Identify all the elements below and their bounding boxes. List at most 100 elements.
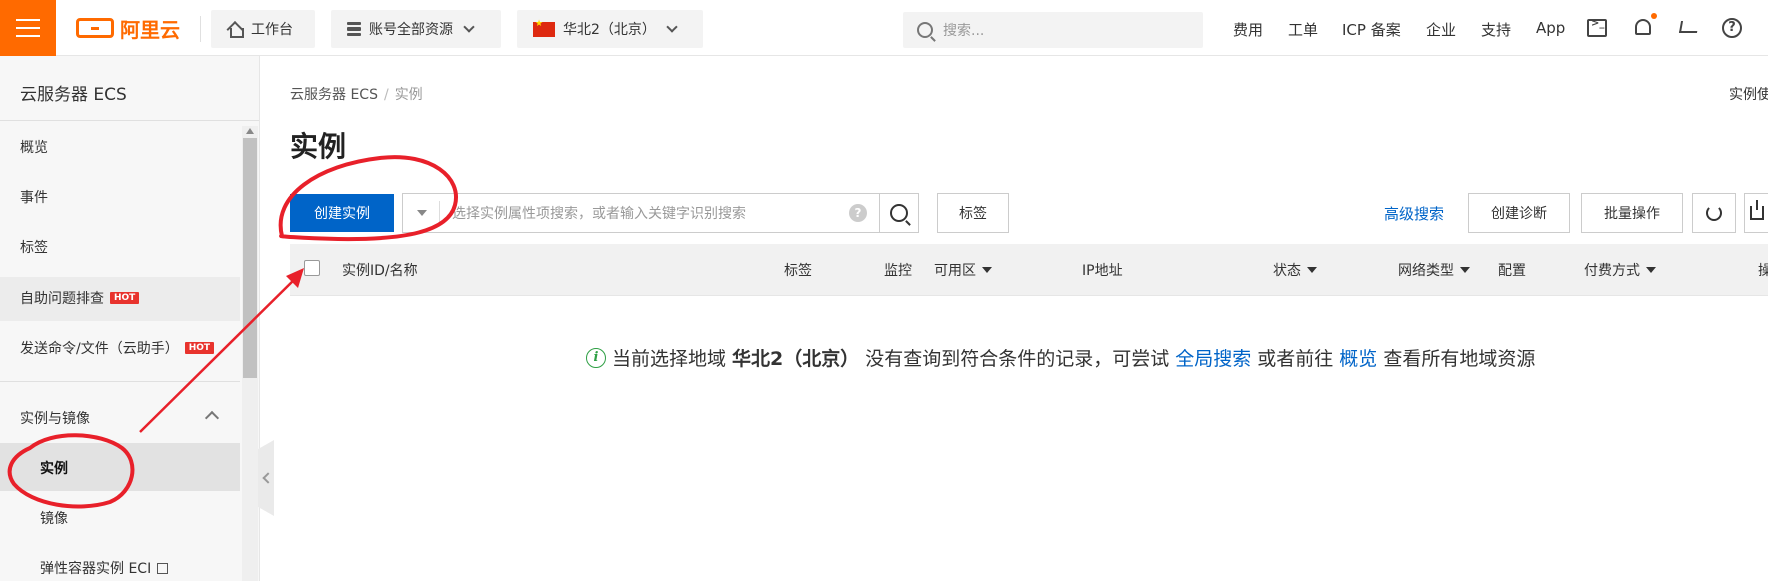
notification-dot bbox=[1651, 13, 1657, 19]
caret-down-icon bbox=[1307, 267, 1317, 273]
global-search-link[interactable]: 全局搜索 bbox=[1175, 344, 1251, 371]
sidebar-item-overview[interactable]: 概览 bbox=[20, 137, 48, 157]
scroll-thumb[interactable] bbox=[243, 138, 257, 378]
empty-region: 华北2（北京） bbox=[732, 348, 860, 370]
filter-placeholder: 选择实例属性项搜索，或者输入关键字识别搜索 bbox=[452, 206, 746, 222]
search-placeholder: 搜索... bbox=[943, 23, 985, 39]
column-tags: 标签 bbox=[784, 263, 812, 279]
cart-icon[interactable] bbox=[1678, 21, 1700, 33]
divider bbox=[200, 16, 201, 42]
logo-text: 阿里云 bbox=[120, 17, 180, 42]
workbench-label: 工作台 bbox=[251, 22, 293, 38]
caret-down-icon bbox=[1460, 267, 1470, 273]
advanced-search-link[interactable]: 高级搜索 bbox=[1384, 203, 1444, 224]
sidebar-group-instances-images[interactable]: 实例与镜像 bbox=[20, 408, 90, 428]
sidebar-item-tags[interactable]: 标签 bbox=[20, 237, 48, 257]
batch-operation-label: 批量操作 bbox=[1604, 206, 1660, 222]
chevron-down-icon bbox=[463, 21, 475, 33]
tag-filter-label: 标签 bbox=[959, 206, 987, 222]
sidebar-item-events[interactable]: 事件 bbox=[20, 187, 48, 207]
resource-group-selector[interactable]: 账号全部资源 bbox=[331, 10, 501, 48]
help-icon[interactable]: ? bbox=[1722, 18, 1742, 38]
breadcrumb-ecs[interactable]: 云服务器 ECS bbox=[290, 87, 378, 103]
aliyun-logo[interactable]: 阿里云 bbox=[76, 14, 180, 42]
menu-line-icon bbox=[16, 35, 40, 37]
sidebar-item-active-bg bbox=[0, 443, 240, 491]
column-config: 配置 bbox=[1498, 263, 1526, 279]
region-selector[interactable]: 华北2（北京） bbox=[517, 10, 703, 48]
create-diagnosis-button[interactable]: 创建诊断 bbox=[1468, 193, 1570, 233]
workbench-button[interactable]: 工作台 bbox=[211, 10, 315, 48]
info-icon: i bbox=[586, 347, 606, 368]
help-icon[interactable]: ? bbox=[849, 204, 867, 222]
column-instance-id: 实例ID/名称 bbox=[342, 263, 418, 279]
breadcrumb-current: 实例 bbox=[394, 87, 423, 103]
caret-down-icon[interactable] bbox=[417, 210, 427, 216]
breadcrumb: 云服务器 ECS / 实例 bbox=[290, 84, 423, 104]
hot-badge: HOT bbox=[184, 342, 215, 354]
sidebar-item-self-troubleshoot[interactable]: 自助问题排查 HOT bbox=[20, 288, 140, 308]
search-button[interactable] bbox=[879, 193, 919, 233]
top-navigation-bar: 阿里云 工作台 账号全部资源 华北2（北京） 搜索... 费用 工单 ICP 备… bbox=[0, 0, 1768, 56]
page-title: 实例 bbox=[290, 130, 347, 163]
home-icon bbox=[227, 22, 244, 38]
caret-down-icon bbox=[982, 267, 992, 273]
empty-state-message: i 当前选择地域 华北2（北京） 没有查询到符合条件的记录，可尝试 全局搜索 或者前往概… bbox=[586, 344, 1535, 371]
sidebar: 云服务器 ECS 概览 事件 标签 自助问题排查 HOT 发送命令/文件（云助手… bbox=[0, 56, 260, 581]
divider bbox=[0, 120, 259, 121]
sidebar-item-label: 弹性容器实例 ECI bbox=[40, 561, 152, 577]
nav-link-billing[interactable]: 费用 bbox=[1233, 19, 1263, 40]
sidebar-scrollbar[interactable] bbox=[242, 126, 258, 581]
column-billing[interactable]: 付费方式 bbox=[1584, 260, 1656, 280]
sidebar-item-instances[interactable]: 实例 bbox=[40, 458, 68, 478]
create-diagnosis-label: 创建诊断 bbox=[1491, 206, 1547, 222]
nav-link-enterprise[interactable]: 企业 bbox=[1426, 19, 1456, 40]
column-status[interactable]: 状态 bbox=[1273, 260, 1317, 280]
nav-link-support[interactable]: 支持 bbox=[1481, 19, 1511, 40]
nav-link-tickets[interactable]: 工单 bbox=[1288, 19, 1318, 40]
caret-down-icon bbox=[1646, 267, 1656, 273]
instance-filter-input[interactable]: 选择实例属性项搜索，或者输入关键字识别搜索 ? bbox=[402, 193, 880, 233]
china-flag-icon bbox=[533, 19, 555, 37]
export-button[interactable] bbox=[1744, 193, 1768, 233]
resource-group-label: 账号全部资源 bbox=[369, 22, 453, 38]
sidebar-item-label: 发送命令/文件（云助手） bbox=[20, 341, 179, 357]
sidebar-title: 云服务器 ECS bbox=[20, 85, 127, 105]
refresh-button[interactable] bbox=[1692, 193, 1736, 233]
terminal-icon[interactable] bbox=[1587, 18, 1607, 37]
nav-link-app[interactable]: App bbox=[1536, 19, 1565, 37]
scroll-up-arrow-icon[interactable] bbox=[246, 128, 254, 134]
bell-icon[interactable] bbox=[1635, 19, 1651, 35]
region-label: 华北2（北京） bbox=[563, 22, 656, 38]
divider bbox=[0, 381, 240, 382]
menu-line-icon bbox=[16, 27, 40, 29]
search-icon bbox=[917, 22, 933, 38]
chevron-up-icon[interactable] bbox=[204, 410, 220, 426]
refresh-icon bbox=[1706, 205, 1722, 221]
nav-link-icp[interactable]: ICP 备案 bbox=[1342, 19, 1401, 40]
tag-filter-button[interactable]: 标签 bbox=[937, 193, 1009, 233]
sidebar-collapse-toggle[interactable] bbox=[258, 440, 274, 516]
column-ip: IP地址 bbox=[1082, 263, 1123, 279]
search-icon bbox=[890, 204, 908, 222]
global-search-input[interactable]: 搜索... bbox=[903, 12, 1203, 48]
sidebar-item-cloud-assistant[interactable]: 发送命令/文件（云助手） HOT bbox=[20, 338, 215, 358]
select-all-checkbox[interactable] bbox=[304, 260, 320, 276]
divider bbox=[439, 201, 440, 225]
external-link-icon bbox=[157, 562, 169, 574]
server-icon bbox=[347, 22, 361, 36]
instance-usage-link[interactable]: 实例使 bbox=[1729, 84, 1768, 104]
menu-line-icon bbox=[16, 19, 40, 21]
hamburger-menu-button[interactable] bbox=[0, 0, 56, 56]
sidebar-item-label: 自助问题排查 bbox=[20, 291, 104, 307]
sidebar-item-label: 概览 bbox=[20, 140, 48, 156]
column-zone[interactable]: 可用区 bbox=[934, 260, 992, 280]
batch-operation-button[interactable]: 批量操作 bbox=[1581, 193, 1683, 233]
sidebar-item-eci[interactable]: 弹性容器实例 ECI bbox=[40, 558, 169, 578]
sidebar-item-images[interactable]: 镜像 bbox=[40, 508, 68, 528]
breadcrumb-separator: / bbox=[383, 87, 389, 103]
aliyun-logo-icon bbox=[76, 18, 114, 38]
create-instance-button[interactable]: 创建实例 bbox=[290, 194, 394, 232]
overview-link[interactable]: 概览 bbox=[1339, 344, 1377, 371]
column-network-type[interactable]: 网络类型 bbox=[1398, 260, 1470, 280]
